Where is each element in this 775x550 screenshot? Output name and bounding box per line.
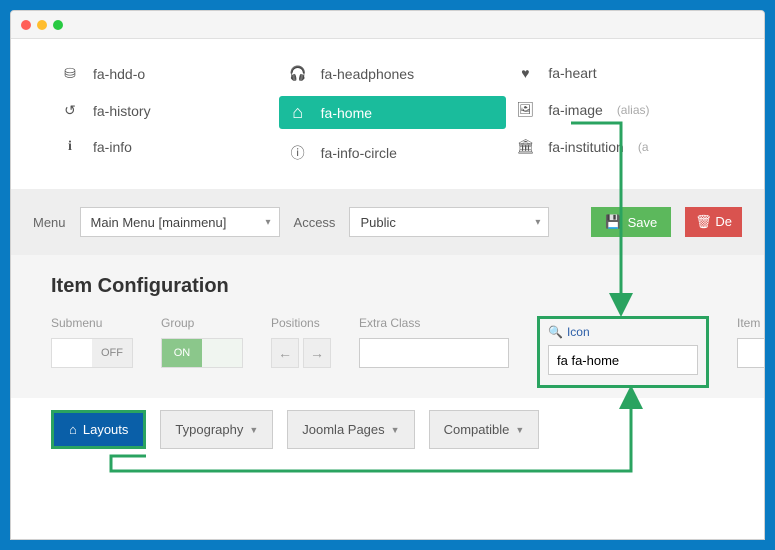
icon-option-info-circle[interactable]: ⓘfa-info-circle: [279, 137, 507, 169]
extra-class-label: Extra Class: [359, 316, 509, 330]
item-configuration-panel: Item Configuration Submenu OFF Group ON …: [11, 255, 764, 398]
icon-option-headphones[interactable]: 🎧fa-headphones: [279, 59, 507, 88]
joomla-pages-tab[interactable]: Joomla Pages ▼: [287, 410, 414, 449]
nav-tabs: ⌂Layouts Typography ▼ Joomla Pages ▼ Com…: [11, 398, 764, 469]
trash-icon: 🗑: [695, 214, 712, 229]
layouts-tab[interactable]: ⌂Layouts: [54, 413, 143, 446]
icon-option-heart[interactable]: ♥fa-heart: [506, 59, 734, 87]
institution-icon: 🏛: [516, 138, 534, 155]
home-icon: ⌂: [69, 422, 77, 437]
icon-input[interactable]: [548, 345, 698, 375]
icon-picker-grid: ⛁fa-hdd-o ↺fa-history ifa-info 🎧fa-headp…: [11, 39, 764, 189]
compatible-tab[interactable]: Compatible ▼: [429, 410, 540, 449]
delete-button[interactable]: 🗑 De: [685, 207, 742, 237]
window-titlebar: [11, 11, 764, 39]
icon-option-info[interactable]: ifa-info: [51, 133, 279, 161]
group-label: Group: [161, 316, 243, 330]
access-select[interactable]: Public: [349, 207, 549, 237]
save-icon: 💾: [605, 214, 621, 230]
history-icon: ↺: [61, 102, 79, 119]
typography-tab[interactable]: Typography ▼: [160, 410, 273, 449]
icon-option-history[interactable]: ↺fa-history: [51, 96, 279, 125]
chevron-down-icon: ▼: [391, 425, 400, 435]
zoom-dot[interactable]: [53, 20, 63, 30]
item-label: Item: [737, 316, 765, 330]
chevron-down-icon: ▼: [515, 425, 524, 435]
extra-class-input[interactable]: [359, 338, 509, 368]
position-left-button[interactable]: ←: [271, 338, 299, 368]
close-dot[interactable]: [21, 20, 31, 30]
icon-option-image[interactable]: 🖼fa-image (alias): [506, 95, 734, 124]
headphones-icon: 🎧: [289, 65, 307, 82]
icon-option-home[interactable]: ⌂fa-home: [279, 96, 507, 129]
save-button[interactable]: 💾Save: [591, 207, 671, 237]
search-icon: 🔍: [548, 325, 563, 339]
item-input[interactable]: [737, 338, 765, 368]
icon-option-institution[interactable]: 🏛fa-institution (a: [506, 132, 734, 161]
access-label: Access: [294, 215, 336, 230]
position-right-button[interactable]: →: [303, 338, 331, 368]
info-icon: i: [61, 139, 79, 155]
submenu-toggle[interactable]: OFF: [51, 338, 133, 368]
top-toolbar: Menu Main Menu [mainmenu] Access Public …: [11, 189, 764, 255]
minimize-dot[interactable]: [37, 20, 47, 30]
group-toggle[interactable]: ON: [161, 338, 243, 368]
submenu-label: Submenu: [51, 316, 133, 330]
icon-option-hdd[interactable]: ⛁fa-hdd-o: [51, 59, 279, 88]
heart-icon: ♥: [516, 65, 534, 81]
positions-label: Positions: [271, 316, 331, 330]
config-heading: Item Configuration: [51, 275, 734, 298]
icon-label: 🔍Icon: [548, 325, 698, 339]
menu-label: Menu: [33, 215, 66, 230]
menu-select[interactable]: Main Menu [mainmenu]: [80, 207, 280, 237]
layouts-highlight: ⌂Layouts: [51, 410, 146, 449]
hdd-icon: ⛁: [61, 65, 79, 82]
icon-field-highlight: 🔍Icon: [537, 316, 709, 388]
info-circle-icon: ⓘ: [289, 143, 307, 163]
image-icon: 🖼: [516, 101, 534, 118]
home-icon: ⌂: [289, 102, 307, 123]
chevron-down-icon: ▼: [249, 425, 258, 435]
